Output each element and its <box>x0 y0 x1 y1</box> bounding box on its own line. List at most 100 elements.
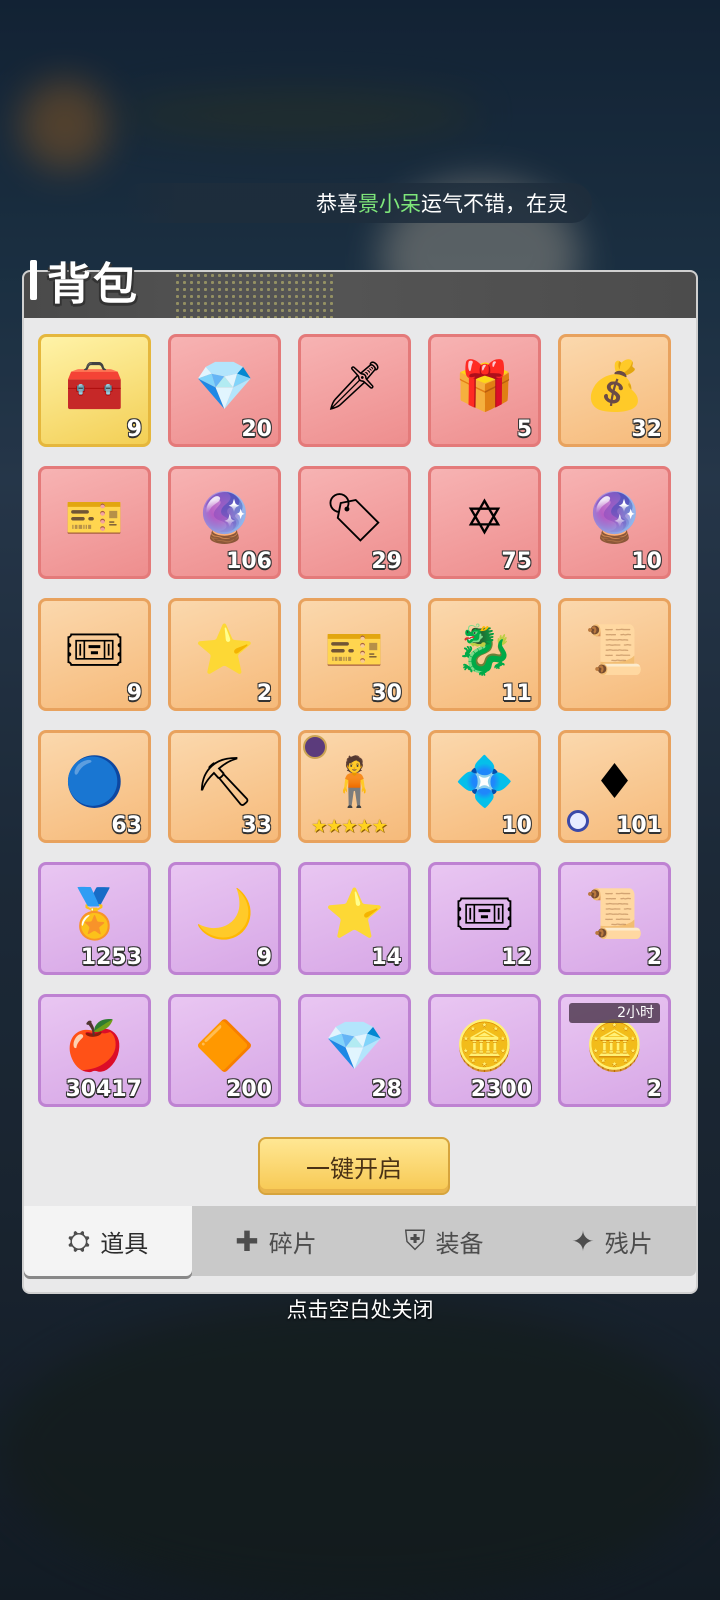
exchange-ticket-icon: 🎫 <box>324 622 385 679</box>
puzzle-piece-icon: ✚ <box>235 1224 259 1258</box>
item-count: 14 <box>371 945 402 970</box>
item-slot[interactable]: 🧰 9 <box>38 334 151 447</box>
item-slot[interactable]: ✡ 75 <box>428 466 541 579</box>
item-count: 9 <box>126 681 142 706</box>
open-all-button[interactable]: 一键开启 <box>258 1137 450 1195</box>
blue-gold-chest-icon: 🧰 <box>64 358 125 415</box>
item-slot[interactable]: 🏅 1253 <box>38 862 151 975</box>
orange-gem-icon: 🔶 <box>194 1018 255 1075</box>
ticket-icon: 🎟 <box>454 886 515 943</box>
item-count: 2 <box>256 681 272 706</box>
item-count: 29 <box>371 549 402 574</box>
sword-card-icon: 🗡 <box>324 358 385 415</box>
item-count: 32 <box>631 417 662 442</box>
star-orb-icon: ✡ <box>464 490 505 547</box>
item-count: 200 <box>226 1077 272 1102</box>
item-slot[interactable]: 🗡 <box>298 334 411 447</box>
item-slot[interactable]: 🔶 200 <box>168 994 281 1107</box>
item-slot[interactable]: 🎫 30 <box>298 598 411 711</box>
dragon-coin-icon: 🐉 <box>454 622 515 679</box>
silver-star-icon: ⭐ <box>324 886 385 943</box>
item-slot[interactable]: 🎁 5 <box>428 334 541 447</box>
red-gem-chest-icon: 💎 <box>194 358 255 415</box>
panel-title-wrap: 背包 <box>30 250 139 310</box>
item-slot[interactable]: ♦ 101 <box>558 730 671 843</box>
item-count: 75 <box>501 549 532 574</box>
tab-label: 碎片 <box>268 1229 317 1258</box>
item-count: 2 <box>646 945 662 970</box>
item-slot[interactable]: 📜 2 <box>558 862 671 975</box>
tab-label: 残片 <box>604 1229 653 1258</box>
tab-label: 道具 <box>100 1229 149 1258</box>
timer-badge: 2小时 <box>569 1003 660 1023</box>
item-slot[interactable]: 🧍 ★★★★★ <box>298 730 411 843</box>
jade-coin-icon: 🪙 <box>454 1018 515 1075</box>
red-treasure-chest-icon: 🎁 <box>454 358 515 415</box>
item-count: 2 <box>646 1077 662 1102</box>
tab-equipment[interactable]: ⛨ 装备 <box>360 1206 528 1276</box>
item-count: 33 <box>241 813 272 838</box>
blue-crystal-icon: 💠 <box>454 754 515 811</box>
red-ticket-icon: 🎟 <box>64 622 125 679</box>
item-slot[interactable]: 💠 10 <box>428 730 541 843</box>
item-slot[interactable]: 💰 32 <box>558 334 671 447</box>
blue-orb-stand-icon: 🔵 <box>64 754 125 811</box>
purple-orb-icon: 🔮 <box>584 490 645 547</box>
item-slot[interactable]: 🎫 <box>38 466 151 579</box>
broadcast-suffix: 运气不错，在灵 <box>421 192 568 216</box>
clock-icon <box>567 810 589 832</box>
item-slot[interactable]: 🔵 63 <box>38 730 151 843</box>
item-slot[interactable]: 🐉 11 <box>428 598 541 711</box>
purple-crystal-icon: 🔮 <box>194 490 255 547</box>
category-tabs: ⛭ 道具 ✚ 碎片 ⛨ 装备 ✦ 残片 <box>24 1206 696 1276</box>
item-slot[interactable]: 🪙 2300 <box>428 994 541 1107</box>
item-slot[interactable]: 🌙 9 <box>168 862 281 975</box>
broadcast-prefix: 恭喜 <box>316 192 358 216</box>
item-count: 1253 <box>80 945 142 970</box>
item-slot[interactable]: 🎟 9 <box>38 598 151 711</box>
item-count: 10 <box>501 813 532 838</box>
red-gem-timed-icon: ♦ <box>592 754 637 811</box>
broadcast-player-name: 景小呆 <box>358 192 421 216</box>
item-slot[interactable]: 🍎 30417 <box>38 994 151 1107</box>
item-count: 30417 <box>65 1077 142 1102</box>
close-hint[interactable]: 点击空白处关闭 <box>0 1294 720 1324</box>
item-count: 5 <box>516 417 532 442</box>
item-slot[interactable]: 💎 28 <box>298 994 411 1107</box>
moon-ticket-icon: 🌙 <box>194 886 255 943</box>
gold-voucher-icon: 🎫 <box>64 490 125 547</box>
item-count: 20 <box>241 417 272 442</box>
item-slot[interactable]: 🏷 29 <box>298 466 411 579</box>
tab-shards[interactable]: ✦ 残片 <box>528 1206 696 1276</box>
item-slot[interactable]: 🔮 106 <box>168 466 281 579</box>
item-slot[interactable]: ⭐ 14 <box>298 862 411 975</box>
green-talisman-icon: 🏷 <box>324 490 385 547</box>
tab-props[interactable]: ⛭ 道具 <box>24 1206 192 1276</box>
pickaxe-icon: ⛏ <box>194 754 255 811</box>
item-slot[interactable]: 🪙 2小时 2 <box>558 994 671 1107</box>
page-title: 背包 <box>47 259 139 310</box>
item-count: 106 <box>226 549 272 574</box>
refresh-scroll-icon: 📜 <box>584 886 645 943</box>
shield-icon: ⛨ <box>404 1224 426 1257</box>
item-slot[interactable]: ⭐ 2 <box>168 598 281 711</box>
item-slot[interactable]: 🔮 10 <box>558 466 671 579</box>
tab-label: 装备 <box>435 1229 484 1258</box>
item-count: 9 <box>256 945 272 970</box>
item-count: 30 <box>371 681 402 706</box>
item-count: 11 <box>501 681 532 706</box>
star-scroll-icon: 📜 <box>584 622 645 679</box>
apple-icon: 🍎 <box>64 1018 125 1075</box>
item-count: 101 <box>616 813 662 838</box>
item-count: 28 <box>371 1077 402 1102</box>
item-grid: 🧰 9 💎 20 🗡 🎁 5 💰 32 🎫 🔮 106 🏷 29 ✡ 75 🔮 10 🎟 9 ⭐ 2 🎫 30 🐉 11 📜 🔵 63 ⛏… <box>38 334 671 1107</box>
item-slot[interactable]: 🎟 12 <box>428 862 541 975</box>
item-slot[interactable]: ⛏ 33 <box>168 730 281 843</box>
broadcast-banner: 恭喜 景小呆 运气不错，在灵 <box>122 183 592 223</box>
item-slot[interactable]: 📜 <box>558 598 671 711</box>
tab-fragments[interactable]: ✚ 碎片 <box>192 1206 360 1276</box>
item-slot[interactable]: 💎 20 <box>168 334 281 447</box>
blue-medal-icon: 🏅 <box>64 886 125 943</box>
star-rating: ★★★★★ <box>311 816 388 837</box>
title-accent-bar <box>30 260 37 300</box>
